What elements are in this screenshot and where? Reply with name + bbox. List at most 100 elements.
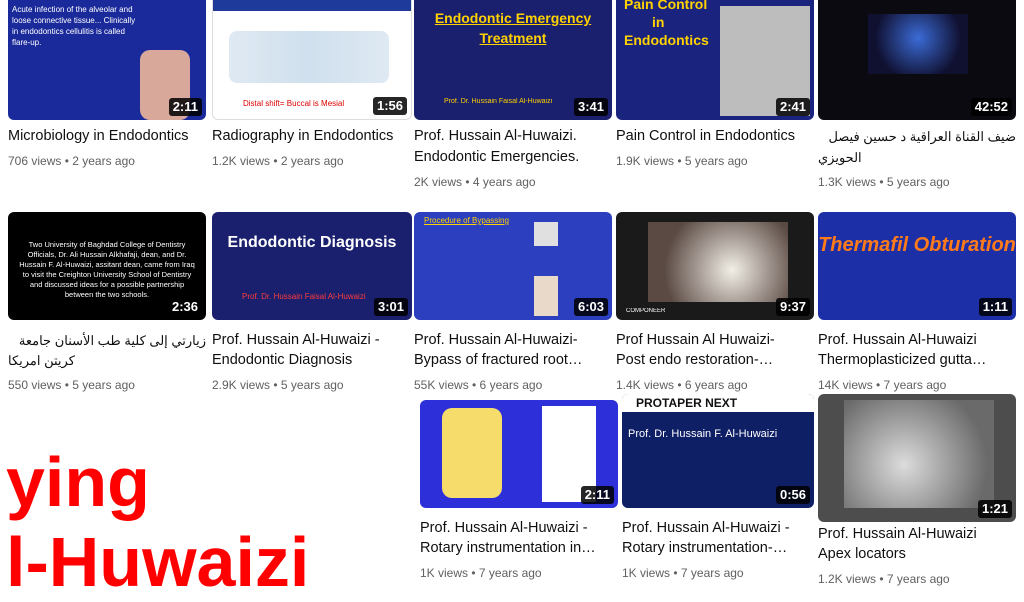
video-title[interactable]: Post endo restoration-… (616, 350, 814, 371)
thumbnail-caption: Prof. Dr. Hussain Faisal Al-Huwaizi (242, 292, 366, 301)
video-card[interactable]: 1:21 Prof. Hussain Al-Huwaizi Apex locat… (818, 394, 1016, 592)
duration-badge: 3:01 (373, 298, 408, 316)
thumbnail-caption: Two University of Baghdad College of Den… (19, 240, 195, 299)
video-title[interactable]: Prof Hussain Al Huwaizi- (616, 330, 814, 351)
thumbnail-caption: Prof. Dr. Hussain Faisal Al-Huwaizi (444, 98, 553, 105)
tooth-diagram (229, 31, 389, 83)
thumbnail-caption: COMPONEER (626, 308, 666, 314)
thumbnail-caption: Distal shift= Buccal is Mesial (243, 99, 345, 108)
video-title[interactable]: Thermoplasticized gutta… (818, 350, 1016, 371)
thumbnail-image (844, 400, 994, 508)
thumbnail-caption: Endodontic Emergency (434, 10, 592, 26)
video-thumbnail[interactable]: Two University of Baghdad College of Den… (8, 212, 206, 320)
video-meta: 550 views • 5 years ago (8, 378, 135, 392)
video-title[interactable]: Apex locators (818, 544, 1016, 565)
video-meta: 706 views • 2 years ago (8, 154, 135, 168)
video-meta: 1.4K views • 6 years ago (616, 378, 748, 392)
video-title[interactable]: Prof. Hussain Al-Huwaizi - (622, 518, 814, 539)
video-card[interactable]: PROTAPER NEXT Prof. Dr. Hussain F. Al-Hu… (622, 394, 814, 592)
video-title[interactable]: ضيف القناة العراقية د حسين فيصل (818, 126, 1016, 147)
thumbnail-studio (868, 14, 968, 74)
video-title[interactable]: Bypass of fractured root… (414, 350, 612, 371)
video-thumbnail[interactable]: Distal shift= Buccal is Mesial 1:56 (212, 0, 412, 120)
thumbnail-photo (648, 222, 788, 302)
video-card[interactable]: Distal shift= Buccal is Mesial 1:56 Radi… (212, 0, 412, 180)
video-thumbnail[interactable]: Acute infection of the alveolar and loos… (8, 0, 206, 120)
thumbnail-image (442, 408, 502, 498)
duration-badge: 2:11 (168, 98, 202, 116)
video-card[interactable]: 2:11 Prof. Hussain Al-Huwaizi - Rotary i… (420, 400, 618, 592)
thumbnail-image (534, 222, 558, 246)
video-meta: 2.9K views • 5 years ago (212, 378, 344, 392)
video-card[interactable]: Procedure of Bypassing 6:03 Prof. Hussai… (414, 212, 612, 392)
video-thumbnail[interactable]: 2:11 (420, 400, 618, 508)
video-title[interactable]: Prof. Hussain Al-Huwaizi - (212, 330, 412, 351)
video-title[interactable]: Rotary instrumentation in… (420, 538, 618, 559)
video-thumbnail[interactable]: Procedure of Bypassing 6:03 (414, 212, 612, 320)
duration-badge: 2:36 (167, 298, 202, 316)
overlay-panel: ying l-Huwaizi (0, 396, 412, 601)
video-title[interactable]: Radiography in Endodontics (212, 126, 412, 147)
thumbnail-caption: Pain Control (624, 0, 708, 12)
thumbnail-image (534, 276, 558, 316)
video-title[interactable]: Rotary instrumentation-… (622, 538, 814, 559)
thumbnail-caption: Treatment (479, 30, 547, 46)
duration-badge: 42:52 (970, 98, 1012, 116)
video-title[interactable]: Endodontic Emergencies. (414, 147, 612, 168)
video-title[interactable]: Prof. Hussain Al-Huwaizi (818, 330, 1016, 351)
video-thumbnail[interactable]: 1:21 (818, 394, 1016, 522)
thumbnail-caption: Endodontics (624, 32, 709, 48)
thumbnail-caption: Acute infection of the alveolar and loos… (12, 5, 136, 47)
video-card[interactable]: Pain Control in Endodontics 2:41 Pain Co… (616, 0, 814, 180)
video-title[interactable]: Prof. Hussain Al-Huwaizi (818, 524, 1016, 545)
video-thumbnail[interactable]: PROTAPER NEXT Prof. Dr. Hussain F. Al-Hu… (622, 394, 814, 508)
video-meta: 1.9K views • 5 years ago (616, 154, 748, 168)
duration-badge: 6:03 (573, 298, 608, 316)
video-thumbnail[interactable]: Endodontic Emergency Treatment Prof. Dr.… (414, 0, 612, 120)
video-title[interactable]: الحويزي (818, 147, 1016, 168)
thumbnail-caption: PROTAPER NEXT (636, 396, 738, 410)
video-card[interactable]: 42:52 ضيف القناة العراقية د حسين فيصل ال… (818, 0, 1016, 200)
video-card[interactable]: Two University of Baghdad College of Den… (0, 212, 206, 392)
video-thumbnail[interactable]: Endodontic Diagnosis Prof. Dr. Hussain F… (212, 212, 412, 320)
overlay-text-line1: ying (6, 443, 150, 521)
duration-badge: 3:41 (573, 98, 608, 116)
video-thumbnail[interactable]: Pain Control in Endodontics 2:41 (616, 0, 814, 120)
video-title[interactable]: Prof. Hussain Al-Huwaizi - (420, 518, 618, 539)
thumbnail-caption: Thermafil Obturation (818, 234, 1016, 256)
thumbnail-caption: in (652, 14, 665, 30)
video-meta: 1.2K views • 2 years ago (212, 154, 344, 168)
video-card[interactable]: COMPONEER 9:37 Prof Hussain Al Huwaizi- … (616, 212, 814, 392)
video-card[interactable]: Endodontic Emergency Treatment Prof. Dr.… (414, 0, 612, 200)
thumbnail-caption: Procedure of Bypassing (424, 216, 509, 225)
video-meta: 1K views • 7 years ago (622, 566, 744, 580)
video-title[interactable]: Pain Control in Endodontics (616, 126, 814, 147)
video-thumbnail[interactable]: Thermafil Obturation 1:11 (818, 212, 1016, 320)
video-title[interactable]: كريتن امريكا (8, 350, 206, 371)
video-thumbnail[interactable]: 42:52 (818, 0, 1016, 120)
video-thumbnail[interactable]: COMPONEER 9:37 (616, 212, 814, 320)
video-card[interactable]: Acute infection of the alveolar and loos… (0, 0, 206, 180)
duration-badge: 1:56 (372, 97, 407, 115)
duration-badge: 0:56 (775, 486, 810, 504)
video-title[interactable]: زيارتي إلى كلية طب الأسنان جامعة (8, 330, 206, 351)
video-title[interactable]: Prof. Hussain Al-Huwaizi- (414, 330, 612, 351)
duration-badge: 2:41 (775, 98, 810, 116)
video-card[interactable]: Thermafil Obturation 1:11 Prof. Hussain … (818, 212, 1016, 392)
overlay-text-line2: l-Huwaizi (6, 523, 310, 601)
thumbnail-caption: Prof. Dr. Hussain F. Al-Huwaizi (628, 428, 778, 440)
duration-badge: 9:37 (775, 298, 810, 316)
duration-badge: 1:11 (978, 298, 1012, 316)
duration-badge: 2:11 (580, 486, 614, 504)
duration-badge: 1:21 (977, 500, 1012, 518)
thumbnail-caption: Endodontic Diagnosis (227, 234, 397, 251)
video-title[interactable]: Endodontic Diagnosis (212, 350, 412, 371)
thumbnail-banner (213, 0, 411, 11)
video-meta: 1.3K views • 5 years ago (818, 175, 950, 189)
video-title[interactable]: Microbiology in Endodontics (8, 126, 206, 147)
video-meta: 1K views • 7 years ago (420, 566, 542, 580)
video-title[interactable]: Prof. Hussain Al-Huwaizi. (414, 126, 612, 147)
video-meta: 55K views • 6 years ago (414, 378, 543, 392)
video-meta: 1.2K views • 7 years ago (818, 572, 950, 586)
video-card[interactable]: Endodontic Diagnosis Prof. Dr. Hussain F… (212, 212, 412, 392)
